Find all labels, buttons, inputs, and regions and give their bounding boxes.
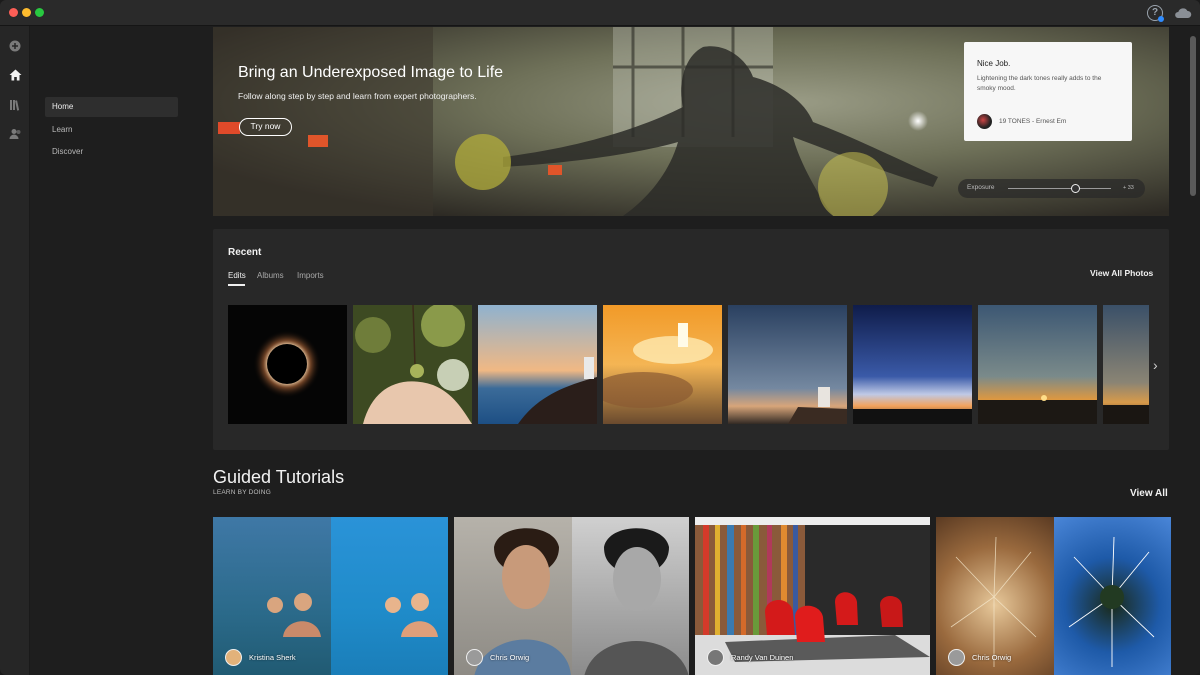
view-all-photos-link[interactable]: View All Photos <box>1090 268 1153 278</box>
hero-subtitle: Follow along step by step and learn from… <box>238 91 477 101</box>
exposure-knob[interactable] <box>1071 184 1080 193</box>
main-content: Bring an Underexposed Image to Life Foll… <box>195 26 1187 675</box>
view-all-tutorials-link[interactable]: View All <box>1130 488 1168 499</box>
people-rail-button[interactable] <box>7 126 23 142</box>
nav-item-home[interactable]: Home <box>45 97 178 117</box>
guided-title: Guided Tutorials <box>213 467 345 487</box>
app-window: ? Home Learn Discover Bring an Underexpo… <box>0 0 1200 675</box>
exposure-slider[interactable]: Exposure + 33 <box>958 179 1145 198</box>
photo-thumbnail[interactable] <box>353 305 472 424</box>
card-body: Lightening the dark tones really adds to… <box>977 75 1102 92</box>
nav-item-discover[interactable]: Discover <box>45 142 178 162</box>
cloud-icon[interactable] <box>1174 7 1192 19</box>
exposure-label: Exposure <box>967 184 995 191</box>
notification-dot <box>1158 16 1164 22</box>
tutorial-author: Kristina Sherk <box>225 649 296 666</box>
author-name: Kristina Sherk <box>249 653 296 662</box>
minimize-window-button[interactable] <box>22 8 31 17</box>
avatar <box>948 649 965 666</box>
tutorial-author: Chris Orwig <box>948 649 1011 666</box>
tutorial-card[interactable]: Chris Orwig <box>936 517 1171 675</box>
tab-edits[interactable]: Edits <box>228 271 246 280</box>
home-rail-button[interactable] <box>7 67 23 83</box>
exposure-track[interactable] <box>1008 188 1111 189</box>
hero-banner[interactable]: Bring an Underexposed Image to Life Foll… <box>213 27 1169 216</box>
horizon-glow-image <box>853 305 972 424</box>
exposure-value: + 33 <box>1123 185 1134 191</box>
tutorial-card[interactable]: Chris Orwig <box>454 517 689 675</box>
photo-thumbnail[interactable] <box>853 305 972 424</box>
plus-circle-icon <box>9 40 21 52</box>
photo-thumbnail[interactable] <box>478 305 597 424</box>
guided-subtitle: LEARN BY DOING <box>213 489 271 496</box>
chevron-right-icon[interactable]: › <box>1153 357 1158 373</box>
title-bar: ? <box>0 0 1200 26</box>
observatory-image <box>728 305 847 424</box>
hand-fruit-image <box>353 305 472 424</box>
author-name: Randy Van Duinen <box>731 653 794 662</box>
solar-eclipse-image <box>253 330 321 398</box>
photo-thumbnail[interactable] <box>228 305 347 424</box>
avatar <box>977 114 992 129</box>
author-name: Chris Orwig <box>972 653 1012 662</box>
zoom-window-button[interactable] <box>35 8 44 17</box>
avatar <box>707 649 724 666</box>
nav-panel: Home Learn Discover <box>30 26 195 675</box>
vertical-scrollbar[interactable] <box>1190 36 1196 196</box>
home-icon <box>9 69 21 81</box>
avatar <box>225 649 242 666</box>
sunset-clouds-image <box>603 305 722 424</box>
help-icon[interactable]: ? <box>1147 5 1164 22</box>
telescope-sea-image <box>478 305 597 424</box>
hero-title: Bring an Underexposed Image to Life <box>238 64 504 81</box>
app-rail <box>0 26 30 675</box>
tutorial-author: Chris Orwig <box>466 649 529 666</box>
tutorial-author: Randy Van Duinen <box>707 649 793 666</box>
avatar <box>466 649 483 666</box>
feedback-card: Nice Job. Lightening the dark tones real… <box>964 42 1132 141</box>
photo-thumbnail[interactable] <box>978 305 1097 424</box>
author-name: Chris Orwig <box>490 653 530 662</box>
library-icon <box>10 100 20 111</box>
tab-albums[interactable]: Albums <box>257 271 284 280</box>
people-icon <box>9 129 20 139</box>
library-rail-button[interactable] <box>7 97 23 113</box>
active-tab-indicator <box>228 284 245 286</box>
recent-title: Recent <box>228 247 262 258</box>
card-title: Nice Job. <box>977 59 1011 68</box>
sunrise-horizon-image <box>978 305 1097 424</box>
add-photos-button[interactable] <box>7 38 23 54</box>
close-window-button[interactable] <box>9 8 18 17</box>
try-now-button[interactable]: Try now <box>239 118 292 136</box>
photo-thumbnail[interactable] <box>603 305 722 424</box>
partial-sunset-image <box>1103 305 1149 424</box>
card-author: 19 TONES - Ernest Em <box>999 118 1067 125</box>
tab-imports[interactable]: Imports <box>297 271 324 280</box>
tutorial-card[interactable]: Randy Van Duinen <box>695 517 930 675</box>
tutorial-card[interactable]: Kristina Sherk <box>213 517 448 675</box>
photo-thumbnail[interactable] <box>1103 305 1149 424</box>
photo-thumbnail[interactable] <box>728 305 847 424</box>
nav-item-learn[interactable]: Learn <box>45 120 178 140</box>
recent-section: Recent Edits Albums Imports View All Pho… <box>213 229 1169 450</box>
